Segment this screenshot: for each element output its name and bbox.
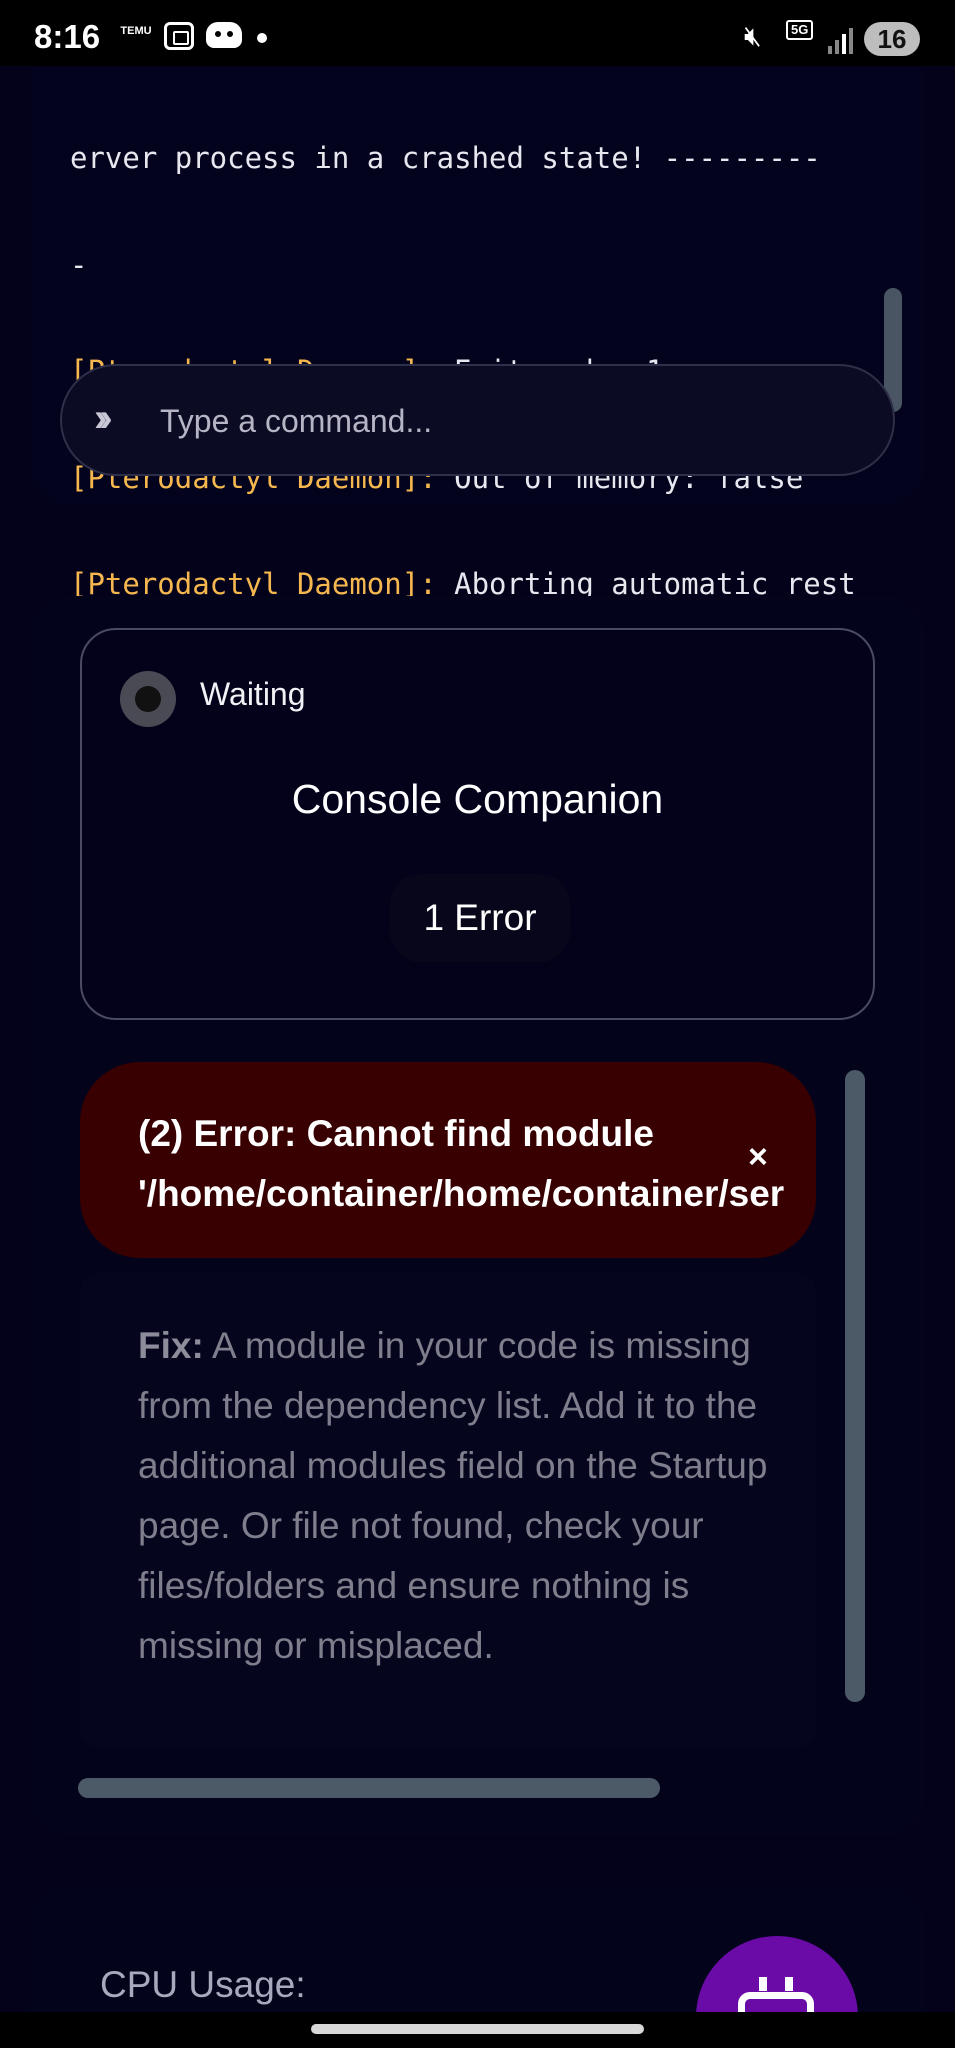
status-label: Waiting: [200, 676, 306, 712]
screenshot-notification-icon: [164, 22, 194, 50]
mute-icon: 🔇︎: [744, 20, 762, 51]
horizontal-scrollbar[interactable]: [78, 1778, 660, 1798]
companion-status-card: Waiting Console Companion 1 Error: [80, 628, 875, 1020]
discord-notification-icon: [206, 22, 242, 48]
navigation-bar: [0, 2012, 955, 2048]
command-input-box[interactable]: ››: [60, 364, 895, 476]
close-icon[interactable]: ×: [748, 1138, 768, 1177]
double-chevron-right-icon: ››: [94, 396, 112, 440]
error-message-card[interactable]: (2) Error: Cannot find module '/home/con…: [80, 1062, 816, 1258]
console-line: -: [70, 247, 88, 282]
status-time: 8:16: [34, 18, 101, 55]
more-notifications-dot-icon: [257, 33, 267, 43]
console-line: erver process in a crashed state! ------…: [70, 141, 821, 175]
signal-strength-icon: [826, 24, 856, 54]
command-input[interactable]: [160, 392, 860, 450]
home-gesture-handle[interactable]: [311, 2024, 644, 2034]
cpu-usage-label: CPU Usage:: [100, 1964, 306, 2005]
battery-indicator: 16: [864, 22, 920, 56]
fix-text: Fix: A module in your code is missing fr…: [138, 1325, 768, 1666]
error-count-badge[interactable]: 1 Error: [390, 874, 570, 962]
network-type-icon: 5G: [786, 20, 814, 40]
fix-suggestion-card: Fix: A module in your code is missing fr…: [80, 1272, 816, 1748]
vertical-scrollbar[interactable]: [845, 1070, 865, 1702]
error-message: (2) Error: Cannot find module '/home/con…: [138, 1113, 785, 1214]
status-bar: 8:16 TEMU 🔇︎ 5G 16: [0, 0, 955, 66]
fix-label: Fix:: [138, 1325, 204, 1366]
temu-notification-icon: TEMU: [120, 25, 152, 37]
status-indicator-icon: [120, 671, 176, 727]
companion-title: Console Companion: [291, 776, 664, 822]
